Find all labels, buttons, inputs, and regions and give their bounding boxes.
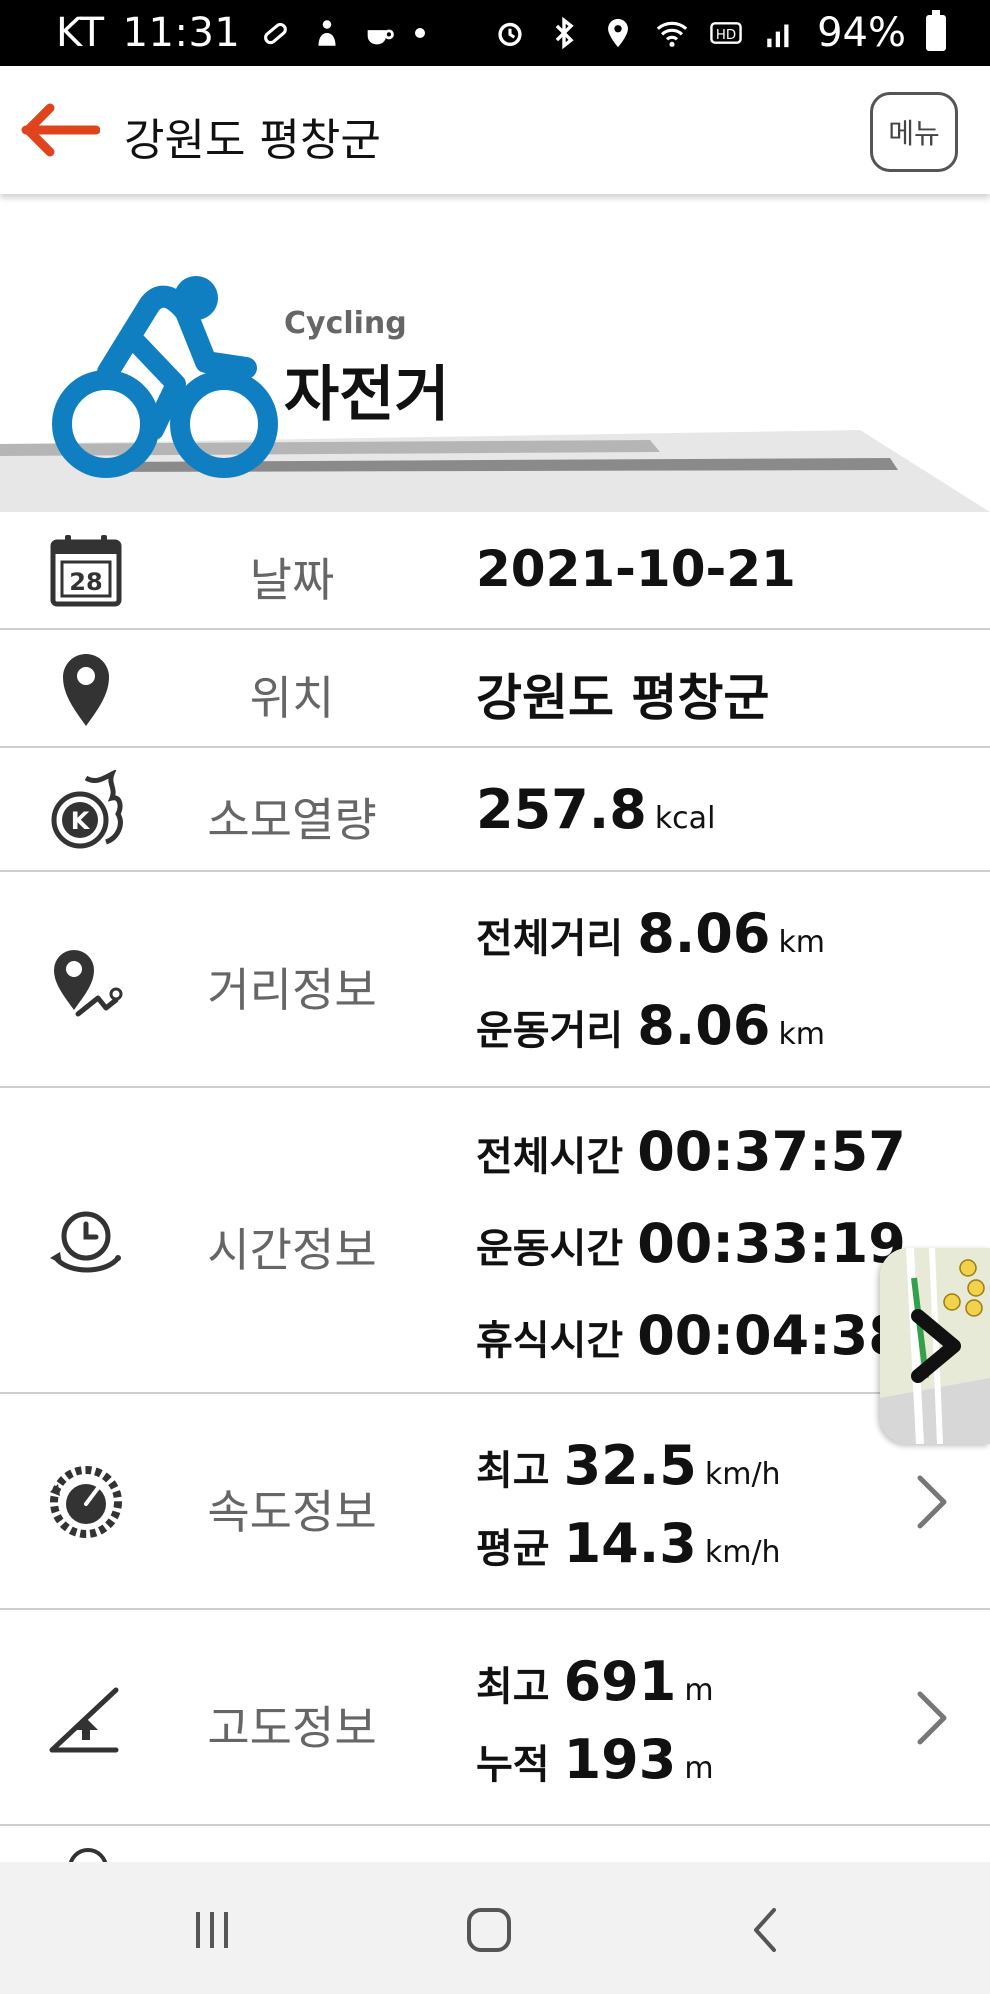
distance-label: 거리정보 bbox=[207, 963, 377, 1017]
row-date: 28 날짜 2021-10-21 bbox=[0, 512, 990, 630]
location-pin-icon bbox=[44, 647, 128, 731]
speed-avg-label: 평균 bbox=[476, 1526, 550, 1572]
signal-icon bbox=[767, 24, 789, 48]
activity-banner: Cycling 자전거 bbox=[0, 194, 990, 512]
time-moving-label: 운동시간 bbox=[476, 1226, 624, 1272]
date-label: 날짜 bbox=[249, 553, 335, 607]
time-rest-value: 00:04:38 bbox=[637, 1304, 906, 1367]
row-speed[interactable]: 속도정보 최고 32.5 km/h 평균 14.3 km/h bbox=[0, 1394, 990, 1610]
dot-icon bbox=[415, 28, 426, 38]
hd-icon: HD bbox=[710, 22, 742, 44]
alarm-icon bbox=[498, 22, 522, 47]
back-arrow-icon[interactable] bbox=[20, 102, 100, 158]
location-status-icon bbox=[608, 18, 629, 48]
calories-value: 257.8 bbox=[476, 778, 647, 841]
recent-apps-button[interactable] bbox=[172, 1890, 252, 1970]
altitude-icon bbox=[44, 1676, 128, 1760]
carrier-text: KT bbox=[56, 10, 105, 56]
battery-icon bbox=[926, 10, 946, 51]
time-moving-line: 운동시간 00:33:19 bbox=[476, 1212, 906, 1275]
clock-icon bbox=[44, 1200, 128, 1284]
svg-text:K: K bbox=[71, 807, 91, 835]
row-distance: 거리정보 전체거리 8.06 km 운동거리 8.06 km bbox=[0, 872, 990, 1088]
location-value: 강원도 평창군 bbox=[476, 669, 770, 727]
back-chevron-icon bbox=[754, 1908, 776, 1952]
distance-moving-value: 8.06 bbox=[637, 994, 771, 1057]
calendar-day: 28 bbox=[69, 568, 102, 596]
distance-total-label: 전체거리 bbox=[476, 916, 624, 962]
person-icon bbox=[318, 20, 336, 46]
speed-max-unit: km/h bbox=[704, 1457, 781, 1492]
activity-name-en: Cycling bbox=[284, 306, 407, 341]
calories-unit: kcal bbox=[654, 801, 716, 836]
status-left: KT 11:31 bbox=[56, 10, 426, 56]
activity-name-ko: 자전거 bbox=[284, 360, 450, 430]
distance-moving-unit: km bbox=[778, 1017, 826, 1052]
track-illustration bbox=[0, 276, 990, 512]
speed-avg-unit: km/h bbox=[704, 1535, 781, 1570]
detail-list: 28 날짜 2021-10-21 위치 강원도 평창군 K 소모열량 257.8… bbox=[0, 512, 990, 1886]
time-rest-label: 휴식시간 bbox=[476, 1318, 624, 1364]
date-value: 2021-10-21 bbox=[476, 540, 796, 598]
distance-total-unit: km bbox=[778, 925, 826, 960]
speed-label: 속도정보 bbox=[207, 1485, 377, 1539]
speed-max-label: 최고 bbox=[476, 1448, 550, 1494]
altitude-max-unit: m bbox=[684, 1673, 714, 1708]
altitude-max-value: 691 bbox=[563, 1650, 677, 1713]
route-pin-icon bbox=[44, 938, 128, 1022]
chevron-right-icon[interactable] bbox=[914, 1688, 950, 1748]
row-location: 위치 강원도 평창군 bbox=[0, 630, 990, 748]
cyclist-icon bbox=[52, 276, 278, 478]
map-thumbnail[interactable] bbox=[880, 1248, 990, 1444]
speed-avg-value: 14.3 bbox=[563, 1512, 697, 1575]
system-nav-bar bbox=[0, 1862, 990, 1994]
cup-icon bbox=[368, 29, 395, 45]
battery-percent: 94% bbox=[817, 10, 906, 56]
distance-total-line: 전체거리 8.06 km bbox=[476, 902, 825, 965]
altitude-max-label: 최고 bbox=[476, 1664, 550, 1710]
row-altitude[interactable]: 고도정보 최고 691 m 누적 193 m bbox=[0, 1610, 990, 1826]
time-total-value: 00:37:57 bbox=[637, 1120, 906, 1183]
page-title: 강원도 평창군 bbox=[124, 115, 381, 166]
home-icon bbox=[467, 1908, 511, 1952]
altitude-cum-line: 누적 193 m bbox=[476, 1728, 714, 1791]
calorie-flame-icon: K bbox=[44, 768, 128, 852]
speed-max-value: 32.5 bbox=[563, 1434, 697, 1497]
location-label: 위치 bbox=[249, 671, 335, 725]
wifi-icon bbox=[656, 21, 688, 47]
app-header: 강원도 평창군 메뉴 bbox=[0, 66, 990, 194]
altitude-cum-label: 누적 bbox=[476, 1742, 550, 1788]
time-moving-value: 00:33:19 bbox=[637, 1212, 906, 1275]
time-total-label: 전체시간 bbox=[476, 1134, 624, 1180]
chevron-right-icon[interactable] bbox=[914, 1472, 950, 1532]
time-rest-line: 휴식시간 00:04:38 bbox=[476, 1304, 906, 1367]
calories-value-line: 257.8 kcal bbox=[476, 778, 715, 841]
speed-max-line: 최고 32.5 km/h bbox=[476, 1434, 781, 1497]
clock-text: 11:31 bbox=[122, 10, 241, 56]
altitude-cum-value: 193 bbox=[563, 1728, 677, 1791]
altitude-label: 고도정보 bbox=[207, 1701, 377, 1755]
back-button[interactable] bbox=[726, 1890, 806, 1970]
pill-icon bbox=[264, 22, 288, 45]
svg-text:HD: HD bbox=[716, 28, 736, 43]
speedometer-icon bbox=[44, 1460, 128, 1544]
home-button[interactable] bbox=[449, 1890, 529, 1970]
bluetooth-icon bbox=[555, 16, 574, 50]
calendar-icon: 28 bbox=[44, 529, 128, 613]
distance-moving-line: 운동거리 8.06 km bbox=[476, 994, 825, 1057]
calories-label: 소모열량 bbox=[207, 793, 377, 847]
altitude-max-line: 최고 691 m bbox=[476, 1650, 714, 1713]
altitude-cum-unit: m bbox=[684, 1751, 714, 1786]
distance-moving-label: 운동거리 bbox=[476, 1008, 624, 1054]
row-calories: K 소모열량 257.8 kcal bbox=[0, 748, 990, 872]
distance-total-value: 8.06 bbox=[637, 902, 771, 965]
menu-button[interactable]: 메뉴 bbox=[870, 92, 958, 172]
recent-apps-icon bbox=[196, 1912, 228, 1948]
speed-avg-line: 평균 14.3 km/h bbox=[476, 1512, 781, 1575]
status-bar: KT 11:31 HD 94% bbox=[0, 0, 990, 66]
time-label: 시간정보 bbox=[207, 1223, 377, 1277]
time-total-line: 전체시간 00:37:57 bbox=[476, 1120, 906, 1183]
row-time: 시간정보 전체시간 00:37:57 운동시간 00:33:19 휴식시간 00… bbox=[0, 1088, 990, 1394]
status-right: HD 94% bbox=[493, 10, 946, 56]
